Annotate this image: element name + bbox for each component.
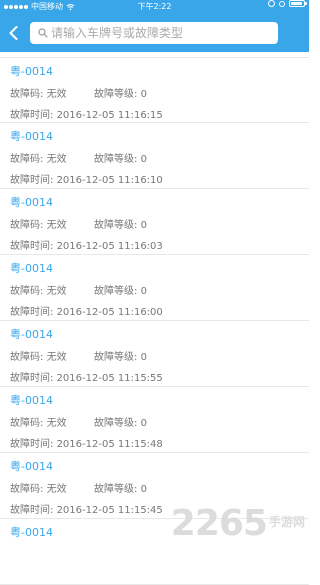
fault-level-value: 0: [140, 286, 147, 297]
fault-code-label: 故障码:: [10, 154, 44, 165]
fault-code-label: 故障码:: [10, 418, 44, 429]
list-item[interactable]: 粤-0014 故障码: 无效 故障等级: 0 故障时间: 2016-12-05 1…: [0, 189, 309, 255]
list-item[interactable]: 粤-0014 故障码: 无效 故障等级: 0 故障时间: 2016-12-05 1…: [0, 453, 309, 519]
fault-level-label: 故障等级:: [94, 220, 138, 231]
plate-number: 粤-0014: [10, 262, 53, 275]
fault-time-row: 故障时间: 2016-12-05 11:16:00: [10, 303, 163, 318]
fault-level-value: 0: [140, 484, 147, 495]
alarm-icon: [279, 0, 285, 7]
list-item[interactable]: 粤-0014 故障码: 无效 故障等级: 0 故障时间: 2016-12-05 1…: [0, 387, 309, 453]
chevron-left-icon: [9, 26, 17, 40]
list-item[interactable]: 粤-0014 故障码: 无效 故障等级: 0 故障时间: 2016-12-05 1…: [0, 57, 309, 123]
search-input[interactable]: [51, 26, 278, 40]
fault-time-row: 故障时间: 2016-12-05 11:15:45: [10, 501, 163, 516]
fault-level-label: 故障等级:: [94, 154, 138, 165]
fault-code-value: 无效: [46, 418, 67, 429]
fault-level-value: 0: [140, 220, 147, 231]
fault-info-row: 故障码: 无效 故障等级: 0: [10, 150, 147, 165]
plate-number: 粤-0014: [10, 130, 53, 143]
fault-time-value: 2016-12-05 11:16:10: [56, 175, 163, 186]
fault-level-value: 0: [140, 418, 147, 429]
fault-info-row: 故障码: 无效 故障等级: 0: [10, 282, 147, 297]
fault-info-row: 故障码: 无效 故障等级: 0: [10, 480, 147, 495]
list-item[interactable]: 粤-0014 故障码: 无效 故障等级: 0 故障时间: 2016-12-05 1…: [0, 321, 309, 387]
list-item[interactable]: 粤-0014 故障码: 无效 故障等级: 0 故障时间: 2016-12-05 1…: [0, 123, 309, 189]
fault-code-label: 故障码:: [10, 89, 44, 100]
fault-time-label: 故障时间:: [10, 373, 54, 384]
fault-info-row: 故障码: 无效 故障等级: 0: [10, 414, 147, 429]
back-button[interactable]: [5, 22, 21, 44]
orientation-lock-icon: [268, 0, 275, 7]
fault-time-row: 故障时间: 2016-12-05 11:16:03: [10, 237, 163, 252]
fault-level-label: 故障等级:: [94, 484, 138, 495]
fault-code-label: 故障码:: [10, 352, 44, 363]
plate-number: 粤-0014: [10, 328, 53, 341]
fault-time-row: 故障时间: 2016-12-05 11:15:48: [10, 435, 163, 450]
plate-number: 粤-0014: [10, 526, 53, 539]
fault-info-row: 故障码: 无效 故障等级: 0: [10, 85, 147, 100]
fault-time-value: 2016-12-05 11:16:03: [56, 241, 163, 252]
fault-code-value: 无效: [46, 484, 67, 495]
battery-icon: [289, 0, 307, 7]
fault-code-value: 无效: [46, 220, 67, 231]
fault-code-value: 无效: [46, 286, 67, 297]
fault-time-label: 故障时间:: [10, 175, 54, 186]
fault-time-label: 故障时间:: [10, 439, 54, 450]
status-right: [268, 0, 307, 7]
fault-code-label: 故障码:: [10, 220, 44, 231]
fault-time-value: 2016-12-05 11:16:00: [56, 307, 163, 318]
fault-code-label: 故障码:: [10, 286, 44, 297]
search-icon: [38, 28, 48, 38]
fault-level-value: 0: [140, 154, 147, 165]
fault-time-label: 故障时间:: [10, 505, 54, 516]
plate-number: 粤-0014: [10, 196, 53, 209]
app-header: 中国移动 下午2:22: [0, 0, 309, 52]
fault-time-row: 故障时间: 2016-12-05 11:16:10: [10, 171, 163, 186]
plate-number: 粤-0014: [10, 65, 53, 78]
plate-number: 粤-0014: [10, 394, 53, 407]
list-item[interactable]: 粤-0014: [0, 519, 309, 585]
fault-time-value: 2016-12-05 11:16:15: [56, 110, 163, 121]
fault-level-value: 0: [140, 352, 147, 363]
fault-code-value: 无效: [46, 89, 67, 100]
fault-level-label: 故障等级:: [94, 352, 138, 363]
fault-time-label: 故障时间:: [10, 307, 54, 318]
search-box[interactable]: [30, 22, 278, 44]
plate-number: 粤-0014: [10, 460, 53, 473]
fault-time-value: 2016-12-05 11:15:48: [56, 439, 163, 450]
status-time: 下午2:22: [137, 2, 172, 11]
fault-record-list: 粤-0014 故障码: 无效 故障等级: 0 故障时间: 2016-12-05 1…: [0, 57, 309, 585]
fault-level-label: 故障等级:: [94, 418, 138, 429]
list-item[interactable]: 粤-0014 故障码: 无效 故障等级: 0 故障时间: 2016-12-05 1…: [0, 255, 309, 321]
fault-level-label: 故障等级:: [94, 286, 138, 297]
fault-code-label: 故障码:: [10, 484, 44, 495]
fault-info-row: 故障码: 无效 故障等级: 0: [10, 216, 147, 231]
fault-time-row: 故障时间: 2016-12-05 11:16:15: [10, 106, 163, 121]
fault-time-value: 2016-12-05 11:15:45: [56, 505, 163, 516]
fault-time-label: 故障时间:: [10, 110, 54, 121]
fault-code-value: 无效: [46, 352, 67, 363]
fault-code-value: 无效: [46, 154, 67, 165]
fault-time-label: 故障时间:: [10, 241, 54, 252]
fault-time-row: 故障时间: 2016-12-05 11:15:55: [10, 369, 163, 384]
fault-info-row: 故障码: 无效 故障等级: 0: [10, 348, 147, 363]
fault-level-label: 故障等级:: [94, 89, 138, 100]
fault-level-value: 0: [140, 89, 147, 100]
status-bar: 中国移动 下午2:22: [0, 0, 309, 14]
fault-time-value: 2016-12-05 11:15:55: [56, 373, 163, 384]
